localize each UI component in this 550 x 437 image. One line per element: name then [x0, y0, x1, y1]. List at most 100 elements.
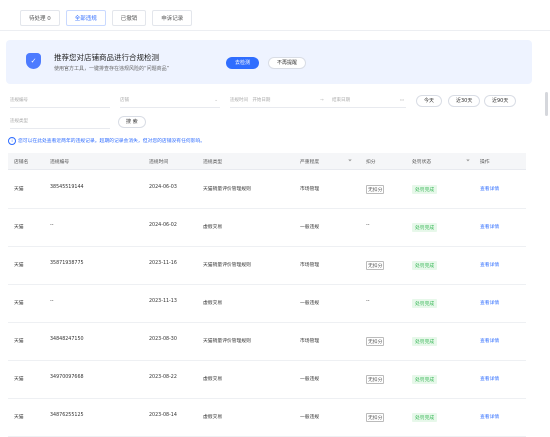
- violation-type-field[interactable]: 违规类型: [10, 116, 110, 128]
- cell-violation-no: --: [50, 299, 54, 304]
- table-row: 天猫 35871938775 2023-11-16 天猫销量评价管理规则 市场管理 无扣分…: [8, 246, 526, 285]
- tab-appeals[interactable]: 申诉记录: [152, 10, 193, 26]
- cell-type: 天猫销量评价管理规则: [203, 263, 251, 268]
- cell-status: 处罚完成: [412, 261, 438, 270]
- cell-shop: 天猫: [14, 415, 24, 420]
- last-90-days-button[interactable]: 近90天: [484, 95, 517, 107]
- cell-violation-no: 35871938775: [50, 261, 84, 266]
- search-button[interactable]: 搜 索: [118, 116, 146, 128]
- cell-action[interactable]: 查看详情: [480, 223, 499, 230]
- tab-pending[interactable]: 待处理 0: [20, 10, 60, 26]
- cell-action[interactable]: 查看详情: [480, 299, 499, 306]
- end-date-placeholder: 结束日期: [332, 98, 350, 103]
- cell-points: 无扣分: [366, 413, 385, 422]
- shop-select[interactable]: 店铺 ⌄: [120, 95, 220, 107]
- table-row: 天猫 34876255125 2023-08-14 虚假交易 一般违规 无扣分 处罚完成 查看…: [8, 398, 526, 437]
- info-icon: i: [8, 137, 16, 145]
- cell-type: 天猫销量评价管理规则: [203, 339, 251, 344]
- cell-severity: 一般违规: [300, 377, 320, 382]
- notice-text-row: i 您可以在此处查看近两年的违规记录。超期的记录会消失，但对您的店铺没有任何影响。: [8, 137, 205, 145]
- tab-revoked[interactable]: 已撤销: [111, 10, 147, 26]
- date-range-picker[interactable]: 违规时间 开始日期 → 结束日期 ▭: [230, 95, 406, 107]
- cell-type: 天猫销量评价管理规则: [203, 187, 251, 192]
- violation-no-label: 违规编号: [10, 98, 28, 103]
- table-header: 店铺名 违规编号 违规时间 违规类型 严重程度 ⏷ 扣分 处罚状态 ⏷ 操作: [8, 153, 526, 170]
- cell-shop: 天猫: [14, 301, 24, 306]
- cell-time: 2023-08-22: [149, 375, 177, 380]
- cell-shop: 天猫: [14, 225, 24, 230]
- tabs-divider: [0, 30, 550, 31]
- cell-status: 处罚完成: [412, 299, 438, 308]
- severity-filter-icon[interactable]: ⏷: [346, 158, 352, 164]
- tab-all-violations[interactable]: 全部违规: [65, 10, 106, 26]
- cell-shop: 天猫: [14, 339, 24, 344]
- cell-time: 2023-08-30: [149, 337, 177, 342]
- cell-status: 处罚完成: [412, 337, 438, 346]
- table-row: 天猫 -- 2023-11-13 虚假交易 一般违规 -- 处罚完成 查看详情: [8, 284, 526, 323]
- notice-text: 您可以在此处查看近两年的违规记录。超期的记录会消失，但对您的店铺没有任何影响。: [18, 139, 206, 144]
- cell-time: 2023-11-16: [149, 261, 177, 266]
- today-button[interactable]: 今天: [416, 95, 443, 107]
- cell-shop: 天猫: [14, 377, 24, 382]
- cell-violation-no: 34970097668: [50, 375, 84, 380]
- cell-type: 虚假交易: [203, 415, 223, 420]
- table-row: 天猫 34848247150 2023-08-30 天猫销量评价管理规则 市场管理 无扣分…: [8, 322, 526, 361]
- cell-action[interactable]: 查看详情: [480, 413, 499, 420]
- cell-time: 2023-11-13: [149, 299, 177, 304]
- cell-action[interactable]: 查看详情: [480, 375, 499, 382]
- col-time: 违规时间: [149, 160, 169, 165]
- cell-type: 虚假交易: [203, 225, 223, 230]
- table-row: 天猫 -- 2024-06-02 虚假交易 一般违规 -- 处罚完成 查看详情: [8, 208, 526, 247]
- status-filter-icon[interactable]: ⏷: [464, 158, 470, 164]
- page-scrollbar[interactable]: [545, 92, 548, 116]
- cell-points: --: [366, 223, 370, 228]
- cell-severity: 市场管理: [300, 187, 320, 192]
- banner-subtitle: 使用官方工具，一键排查存在违规风险的“问题商品”: [54, 66, 170, 72]
- chevron-down-icon: ⌄: [214, 98, 218, 103]
- violation-type-label: 违规类型: [10, 119, 28, 124]
- cell-time: 2024-06-02: [149, 223, 177, 228]
- cell-action[interactable]: 查看详情: [480, 185, 499, 192]
- banner-title: 推荐您对店铺商品进行合规检测: [54, 53, 159, 62]
- cell-action[interactable]: 查看详情: [480, 261, 499, 268]
- cell-points: --: [366, 299, 370, 304]
- cell-severity: 一般违规: [300, 301, 320, 306]
- violation-no-field[interactable]: 违规编号: [10, 95, 110, 107]
- cell-points: 无扣分: [366, 337, 385, 346]
- shield-icon: ✓: [26, 53, 41, 69]
- cell-status: 处罚完成: [412, 413, 438, 422]
- cell-type: 虚假交易: [203, 301, 223, 306]
- cell-status: 处罚完成: [412, 185, 438, 194]
- cell-status: 处罚完成: [412, 223, 438, 232]
- range-arrow-icon: →: [320, 98, 324, 103]
- cell-time: 2023-08-14: [149, 413, 177, 418]
- cell-violation-no: 34876255125: [50, 413, 84, 418]
- last-30-days-button[interactable]: 近30天: [448, 95, 481, 107]
- col-action: 操作: [480, 160, 490, 165]
- violation-type-underline: [10, 128, 110, 129]
- compliance-banner: ✓ 推荐您对店铺商品进行合规检测 使用官方工具，一键排查存在违规风险的“问题商品…: [6, 40, 532, 84]
- cell-type: 虚假交易: [203, 377, 223, 382]
- col-status: 处罚状态: [412, 160, 432, 165]
- col-shop: 店铺名: [14, 160, 29, 165]
- cell-severity: 市场管理: [300, 263, 320, 268]
- cell-action[interactable]: 查看详情: [480, 337, 499, 344]
- cell-violation-no: 38545519144: [50, 185, 84, 190]
- violation-time-label: 违规时间: [230, 98, 248, 103]
- cell-time: 2024-06-03: [149, 185, 177, 190]
- cell-points: 无扣分: [366, 185, 385, 194]
- date-range-underline: [230, 107, 406, 108]
- col-type: 违规类型: [203, 160, 223, 165]
- cell-shop: 天猫: [14, 187, 24, 192]
- dismiss-button[interactable]: 不再提醒: [268, 57, 307, 69]
- shop-select-placeholder: 店铺: [120, 98, 129, 103]
- cell-violation-no: 34848247150: [50, 337, 84, 342]
- cell-violation-no: --: [50, 223, 54, 228]
- detect-button[interactable]: 去检测: [226, 57, 260, 69]
- start-date-placeholder: 开始日期: [252, 98, 271, 103]
- violation-no-underline: [10, 107, 110, 108]
- cell-severity: 市场管理: [300, 339, 320, 344]
- tab-bar: 待处理 0 全部违规 已撤销 申诉记录: [20, 10, 193, 32]
- cell-severity: 一般违规: [300, 225, 320, 230]
- cell-severity: 一般违规: [300, 415, 320, 420]
